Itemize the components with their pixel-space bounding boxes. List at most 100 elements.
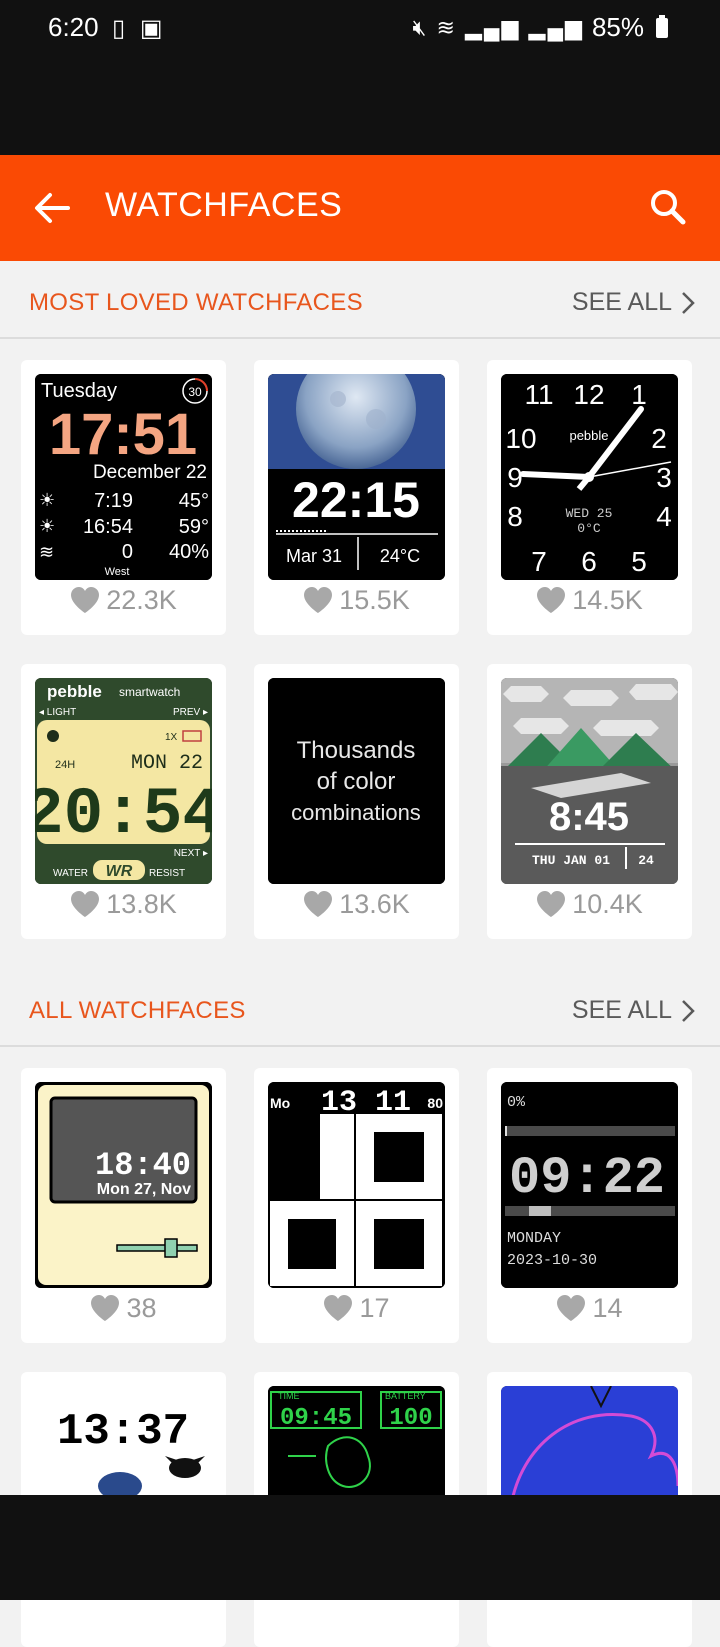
arrow-left-icon	[35, 193, 70, 223]
watchface-card[interactable]: 18:40 Mon 27, Nov 38	[21, 1068, 226, 1343]
see-all-most-loved[interactable]: SEE ALL	[572, 288, 696, 317]
signal-icons: 🔇︎ ≋ ▂▄▆ ▂▄▆	[412, 14, 584, 40]
heart-icon	[557, 1295, 586, 1321]
watchface-thumbnail: 0% 09:22 MONDAY 2023-10-30	[501, 1082, 678, 1288]
thumb-text: 22:15	[292, 472, 420, 528]
search-icon	[651, 190, 686, 225]
heart-icon	[324, 1295, 353, 1321]
thumb-text: 8	[507, 501, 523, 532]
watchface-thumbnail: Tuesday 30 17:51 December 22 ☀ 7:19 45° …	[35, 374, 212, 580]
status-time: 6:20	[48, 12, 99, 42]
likes-label: 17	[359, 1293, 390, 1323]
likes-count: 14.5K	[487, 585, 692, 616]
see-all-all-watchfaces[interactable]: SEE ALL	[572, 996, 696, 1025]
likes-count: 17	[254, 1293, 459, 1324]
likes-count: 15.5K	[254, 585, 459, 616]
likes-label: 13.6K	[339, 889, 410, 919]
thumb-text: 24°C	[380, 546, 420, 566]
section-title: MOST LOVED WATCHFACES	[29, 289, 363, 316]
thumb-text: WED 25	[566, 506, 613, 521]
thumb-text: 4	[656, 501, 672, 532]
watchface-thumbnail: 11 12 1 10 2 9 3 8 4 7 6 5 pebble WED 25…	[501, 374, 678, 580]
notification-icons: ▯ ▣	[112, 15, 167, 42]
thumb-text: 18:40	[95, 1147, 191, 1184]
section-header-all: ALL WATCHFACES SEE ALL	[0, 969, 720, 1047]
thumb-text: 30	[188, 385, 202, 399]
watchface-card[interactable]: 0% 09:22 MONDAY 2023-10-30 14	[487, 1068, 692, 1343]
thumb-text: 2	[651, 423, 667, 454]
heart-icon	[537, 587, 566, 613]
watchface-card[interactable]: Tuesday 30 17:51 December 22 ☀ 7:19 45° …	[21, 360, 226, 635]
watchface-card[interactable]: 8:45 THU JAN 01 24 10.4K	[487, 664, 692, 939]
thumb-text: WR	[106, 863, 133, 880]
thumb-text: 7:19	[94, 490, 133, 512]
thumb-text: Mo	[270, 1095, 290, 1111]
likes-count: 13.6K	[254, 889, 459, 920]
likes-label: 22.3K	[106, 585, 177, 615]
thumb-text: 1X	[165, 732, 178, 743]
status-bar: 6:20 ▯ ▣ 🔇︎ ≋ ▂▄▆ ▂▄▆ 85%	[0, 0, 720, 155]
watchface-thumbnail: Thousands of color combinations	[268, 678, 445, 884]
watchface-card[interactable]: pebble smartwatch ◂ LIGHT PREV ▸ 1X 24H …	[21, 664, 226, 939]
see-all-label: SEE ALL	[571, 288, 672, 316]
thumb-text: TIME	[278, 1391, 300, 1401]
likes-label: 13.8K	[106, 889, 177, 919]
thumb-text: RESIST	[149, 868, 185, 879]
back-button[interactable]	[30, 188, 74, 228]
watchface-card[interactable]: Mo 13 11 80 17	[254, 1068, 459, 1343]
thumb-text: 100	[389, 1405, 432, 1432]
thumb-text: 2023-10-30	[507, 1252, 597, 1269]
thumb-text: 17:51	[49, 402, 197, 467]
page-title: WATCHFACES	[105, 186, 343, 224]
watchface-thumbnail: 8:45 THU JAN 01 24	[501, 678, 678, 884]
heart-icon	[71, 587, 100, 613]
battery-icon	[656, 14, 668, 38]
app-bar: WATCHFACES	[0, 155, 720, 261]
thumb-text: West	[105, 566, 130, 578]
thumb-text: Mar 31	[286, 546, 342, 566]
thumb-text: 6	[581, 546, 597, 577]
thumb-text: 13:37	[57, 1407, 189, 1457]
thumb-text: December 22	[93, 462, 207, 483]
thumb-text: 59°	[179, 516, 209, 538]
search-button[interactable]	[646, 185, 690, 229]
status-right: 🔇︎ ≋ ▂▄▆ ▂▄▆ 85%	[412, 12, 668, 43]
thumb-text: 09:45	[280, 1405, 352, 1432]
section-header-most-loved: MOST LOVED WATCHFACES SEE ALL	[0, 261, 720, 339]
likes-label: 38	[126, 1293, 157, 1323]
thumb-text: 0%	[507, 1094, 526, 1111]
watchface-card[interactable]: Thousands of color combinations 13.6K	[254, 664, 459, 939]
likes-label: 15.5K	[339, 585, 410, 615]
heart-icon	[304, 891, 333, 917]
thumb-text: smartwatch	[119, 685, 180, 699]
likes-label: 10.4K	[572, 889, 643, 919]
thumb-text: BATTERY	[385, 1391, 426, 1401]
watchface-thumbnail: 22:15 Mar 31 24°C	[268, 374, 445, 580]
thumb-text: combinations	[291, 800, 421, 825]
thumb-text: 16:54	[83, 516, 133, 538]
see-all-label: SEE ALL	[571, 996, 672, 1024]
likes-count: 22.3K	[21, 585, 226, 616]
thumb-text: 8:45	[549, 795, 629, 839]
thumb-text: NEXT ▸	[174, 848, 208, 859]
system-navigation-bar	[0, 1495, 720, 1600]
heart-icon	[537, 891, 566, 917]
heart-icon	[71, 891, 100, 917]
watchface-card[interactable]: 22:15 Mar 31 24°C 15.5K	[254, 360, 459, 635]
thumb-text: 09:22	[509, 1149, 665, 1208]
heart-icon	[304, 587, 333, 613]
thumb-text: 9	[507, 462, 523, 493]
watchface-thumbnail: Mo 13 11 80	[268, 1082, 445, 1288]
thumb-text: pebble	[569, 428, 608, 443]
svg-text:≋: ≋	[39, 542, 54, 562]
heart-icon	[91, 1295, 120, 1321]
thumb-text: pebble	[47, 682, 102, 701]
watchface-card[interactable]: 11 12 1 10 2 9 3 8 4 7 6 5 pebble WED 25…	[487, 360, 692, 635]
chevron-right-icon	[682, 999, 695, 1022]
watchface-thumbnail: 18:40 Mon 27, Nov	[35, 1082, 212, 1288]
thumb-text: 10	[505, 423, 536, 454]
likes-count: 38	[21, 1293, 226, 1324]
thumb-text: PREV ▸	[173, 707, 208, 718]
thumb-text: of color	[317, 768, 396, 795]
thumb-text: 45°	[179, 490, 209, 512]
